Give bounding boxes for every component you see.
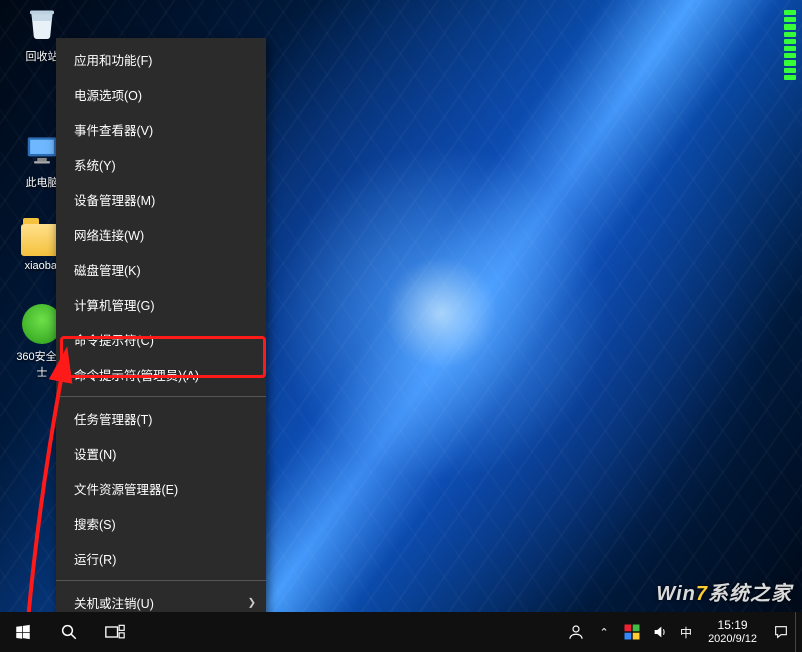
menu-item[interactable]: 计算机管理(G) [56, 287, 266, 322]
menu-separator [56, 580, 266, 581]
menu-item-label: 网络连接(W) [74, 229, 144, 243]
menu-item[interactable]: 网络连接(W) [56, 217, 266, 252]
menu-item-label: 磁盘管理(K) [74, 264, 141, 278]
task-view-icon [105, 624, 125, 640]
menu-item[interactable]: 搜索(S) [56, 506, 266, 541]
menu-item[interactable]: 运行(R) [56, 541, 266, 576]
chevron-right-icon: ❯ [248, 597, 256, 608]
menu-item[interactable]: 系统(Y) [56, 147, 266, 182]
tray-ime-indicator[interactable]: 中 [674, 624, 698, 641]
menu-item[interactable]: 设置(N) [56, 436, 266, 471]
menu-item-label: 设置(N) [74, 448, 116, 462]
tray-security-icon[interactable] [618, 612, 646, 652]
menu-item-label: 命令提示符(管理员)(A) [74, 369, 199, 383]
menu-item[interactable]: 命令提示符(C) [56, 322, 266, 357]
tray-volume-icon[interactable] [646, 612, 674, 652]
show-desktop-button[interactable] [795, 612, 802, 652]
menu-item[interactable]: 应用和功能(F) [56, 42, 266, 77]
tray-chevron-up-icon[interactable]: ⌃ [590, 612, 618, 652]
menu-item-label: 命令提示符(C) [74, 334, 154, 348]
start-button[interactable] [0, 612, 46, 652]
tray-people-icon[interactable] [562, 612, 590, 652]
menu-item-label: 关机或注销(U) [74, 597, 154, 611]
clock-date: 2020/9/12 [708, 633, 757, 647]
task-view-button[interactable] [92, 612, 138, 652]
menu-item[interactable]: 电源选项(O) [56, 77, 266, 112]
menu-separator [56, 396, 266, 397]
tray-action-center-icon[interactable] [767, 612, 795, 652]
taskbar: ⌃ 中 15:19 2020/9/12 [0, 612, 802, 652]
menu-item-label: 运行(R) [74, 553, 116, 567]
menu-item[interactable]: 命令提示符(管理员)(A) [56, 357, 266, 392]
menu-item-label: 电源选项(O) [74, 89, 142, 103]
menu-item[interactable]: 任务管理器(T) [56, 401, 266, 436]
search-button[interactable] [46, 612, 92, 652]
menu-item-label: 任务管理器(T) [74, 413, 152, 427]
volume-meter [784, 10, 796, 80]
menu-item-label: 事件查看器(V) [74, 124, 153, 138]
menu-item-label: 系统(Y) [74, 159, 116, 173]
menu-item[interactable]: 设备管理器(M) [56, 182, 266, 217]
menu-item-label: 应用和功能(F) [74, 54, 152, 68]
menu-item-label: 搜索(S) [74, 518, 116, 532]
menu-item-label: 文件资源管理器(E) [74, 483, 178, 497]
watermark: Win7系统之家 [656, 577, 792, 606]
clock-time: 15:19 [708, 618, 757, 633]
tray-clock[interactable]: 15:19 2020/9/12 [698, 618, 767, 647]
menu-item[interactable]: 文件资源管理器(E) [56, 471, 266, 506]
windows-logo-icon [14, 623, 32, 641]
menu-item[interactable]: 事件查看器(V) [56, 112, 266, 147]
winx-context-menu: 应用和功能(F) 电源选项(O) 事件查看器(V) 系统(Y) 设备管理器(M) 网络连接… [56, 38, 266, 652]
menu-item-label: 设备管理器(M) [74, 194, 155, 208]
search-icon [60, 623, 78, 641]
menu-item-label: 计算机管理(G) [74, 299, 155, 313]
menu-item[interactable]: 磁盘管理(K) [56, 252, 266, 287]
